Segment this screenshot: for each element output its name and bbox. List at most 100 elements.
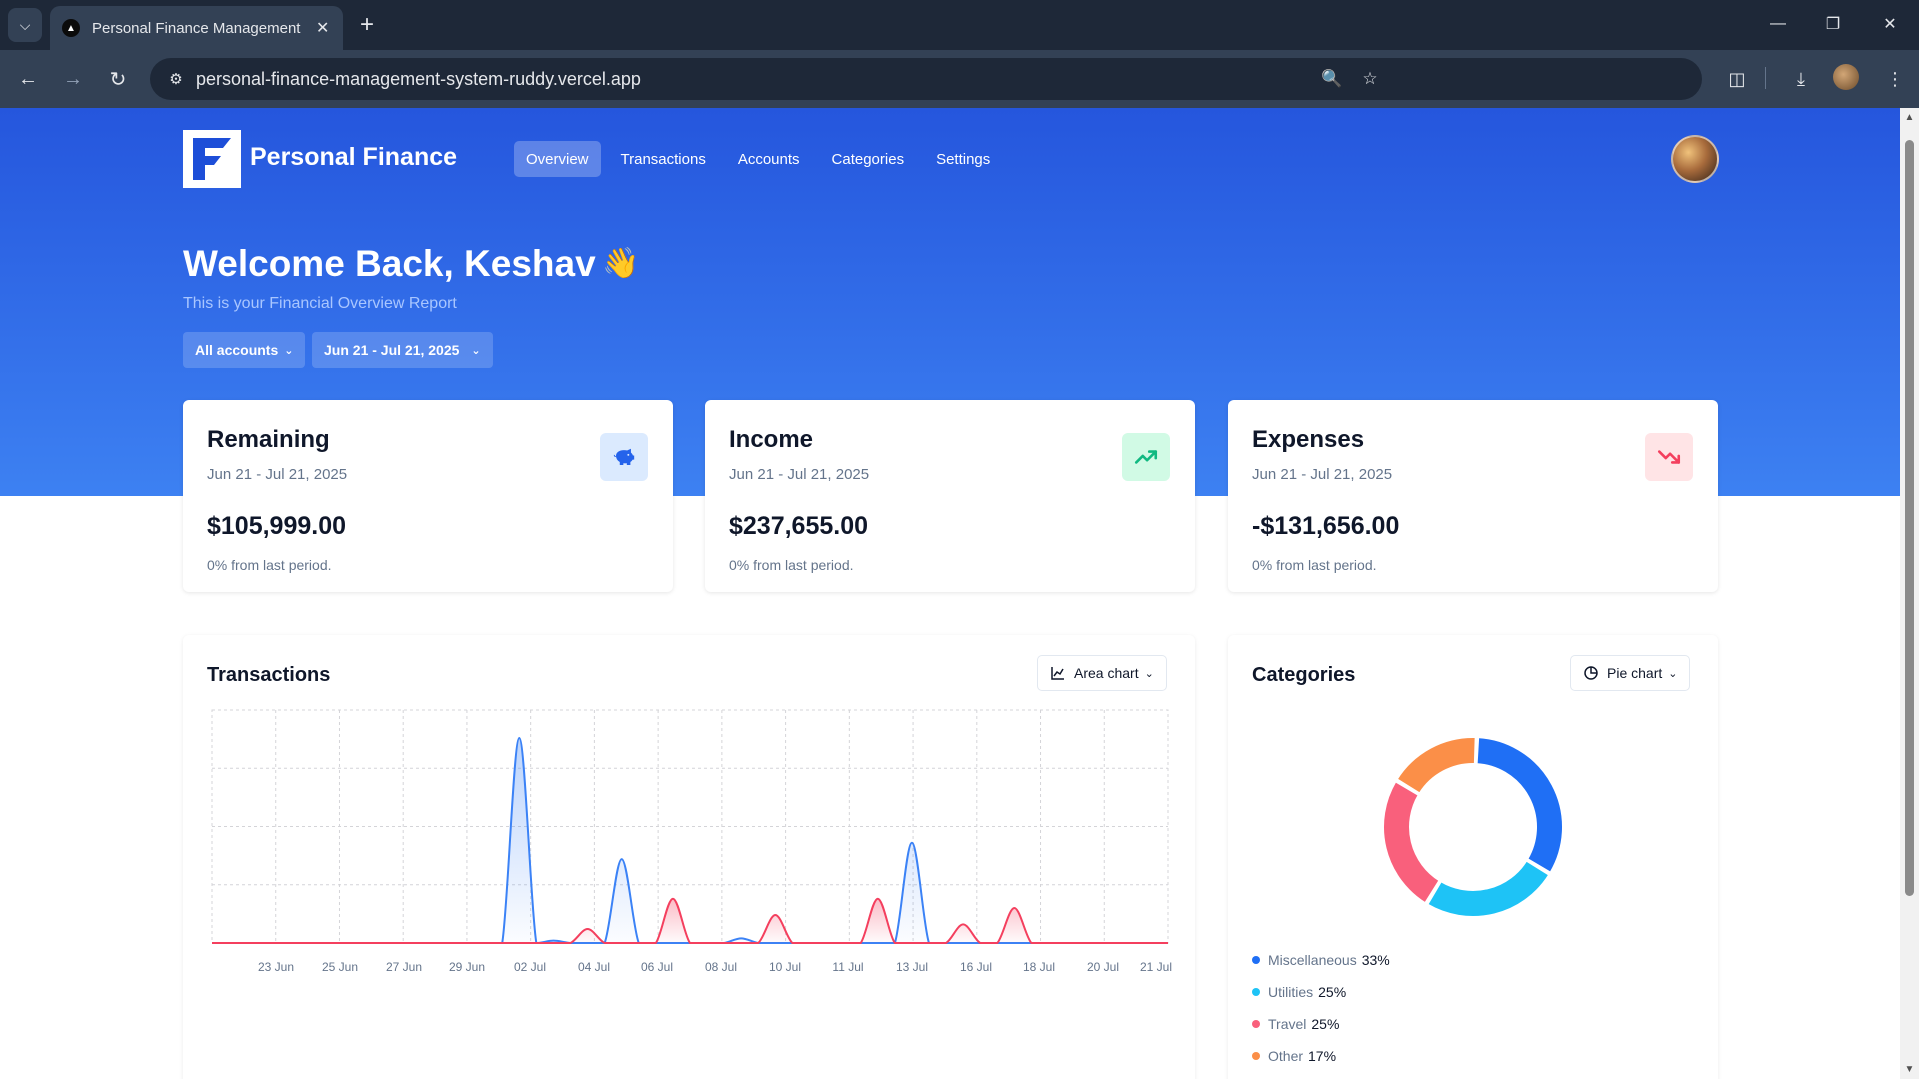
browser-tab-bar: ⌵ ▲ Personal Finance Management ✕ + — ❐ … (0, 0, 1919, 50)
pie-chart-icon (1584, 666, 1598, 680)
card-date: Jun 21 - Jul 21, 2025 (729, 466, 870, 483)
donut-slice-utilities (1425, 859, 1551, 918)
chevron-down-icon: ⌄ (471, 344, 481, 357)
x-tick-label: 29 Jun (449, 960, 485, 974)
card-date: Jun 21 - Jul 21, 2025 (207, 466, 348, 483)
nav-settings[interactable]: Settings (924, 141, 1002, 177)
page-viewport: Personal Finance Overview Transactions A… (0, 108, 1900, 1079)
page-scrollbar[interactable]: ▲ ▼ (1900, 108, 1919, 1079)
legend-value: 25% (1318, 984, 1347, 1000)
donut-slice-miscellaneous (1475, 736, 1564, 875)
browser-tab[interactable]: ▲ Personal Finance Management ✕ (50, 6, 343, 50)
x-tick-label: 27 Jun (386, 960, 422, 974)
user-avatar[interactable] (1671, 135, 1719, 183)
series-area-1 (212, 898, 1168, 943)
legend-dot (1252, 988, 1260, 996)
card-change: 0% from last period. (207, 557, 332, 573)
scroll-thumb[interactable] (1905, 140, 1914, 896)
panel-title: Categories (1252, 664, 1356, 686)
scroll-up-arrow[interactable]: ▲ (1903, 110, 1916, 124)
legend-item: Utilities 25% (1252, 984, 1346, 1000)
transactions-area-chart: 23 Jun 25 Jun 27 Jun 29 Jun 02 Jul 04 Jul 06 J… (211, 709, 1172, 974)
chevron-down-icon: ⌄ (1144, 667, 1154, 680)
extensions-icon[interactable]: ◫ (1722, 64, 1752, 94)
x-tick-label: 04 Jul (578, 960, 610, 974)
card-value: $105,999.00 (207, 512, 347, 540)
legend-label: Travel (1268, 1016, 1307, 1032)
forward-button[interactable]: → (58, 64, 88, 94)
account-filter-label: All accounts (195, 342, 279, 358)
card-change: 0% from last period. (1252, 557, 1377, 573)
nav-transactions[interactable]: Transactions (609, 141, 718, 177)
account-filter-select[interactable]: All accounts ⌄ (183, 332, 306, 368)
legend-value: 25% (1311, 1016, 1340, 1032)
reload-button[interactable]: ↻ (103, 64, 133, 94)
tab-title: Personal Finance Management (92, 19, 301, 37)
piggy-bank-icon (600, 433, 648, 481)
nav-categories[interactable]: Categories (820, 141, 917, 177)
app-logo[interactable] (183, 130, 241, 188)
browser-profile-avatar[interactable] (1833, 64, 1859, 90)
scroll-down-arrow[interactable]: ▼ (1903, 1062, 1916, 1076)
x-tick-label: 10 Jul (769, 960, 801, 974)
card-date: Jun 21 - Jul 21, 2025 (1252, 466, 1393, 483)
legend-label: Miscellaneous (1268, 952, 1357, 968)
x-tick-label: 23 Jun (258, 960, 294, 974)
x-tick-label: 21 Jul (1140, 960, 1172, 974)
legend-label: Utilities (1268, 984, 1314, 1000)
main-nav: Overview Transactions Accounts Categorie… (514, 141, 1002, 177)
remaining-card: Remaining Jun 21 - Jul 21, 2025 $105,999… (183, 400, 673, 592)
x-tick-label: 08 Jul (705, 960, 737, 974)
address-bar[interactable]: ⚙ personal-finance-management-system-rud… (150, 58, 1702, 100)
bookmark-star-icon[interactable]: ☆ (1358, 67, 1382, 91)
site-info-icon[interactable]: ⚙ (156, 70, 196, 88)
chart-type-select[interactable]: Pie chart ⌄ (1570, 655, 1691, 691)
back-button[interactable]: ← (13, 64, 43, 94)
card-title: Expenses (1252, 426, 1365, 453)
trending-down-icon (1645, 433, 1693, 481)
x-tick-label: 06 Jul (641, 960, 673, 974)
nav-accounts[interactable]: Accounts (726, 141, 812, 177)
chevron-down-icon: ⌄ (284, 344, 294, 357)
area-chart-icon (1051, 667, 1064, 680)
categories-panel: Categories Pie chart ⌄ Miscellaneous 33%… (1228, 635, 1718, 1079)
favicon-icon: ▲ (62, 19, 80, 37)
categories-donut-chart (1382, 736, 1564, 918)
donut-slice-other (1395, 736, 1477, 795)
browser-menu-icon[interactable]: ⋮ (1880, 64, 1910, 94)
date-range-label: Jun 21 - Jul 21, 2025 (324, 342, 460, 358)
close-window-button[interactable]: ✕ (1870, 8, 1910, 40)
x-tick-label: 11 Jul (832, 960, 863, 974)
card-value: $237,655.00 (729, 512, 869, 540)
income-card: Income Jun 21 - Jul 21, 2025 $237,655.00… (705, 400, 1195, 592)
legend-value: 17% (1308, 1048, 1337, 1064)
download-icon[interactable]: ⤓ (1786, 64, 1816, 94)
new-tab-button[interactable]: + (352, 10, 382, 40)
x-tick-label: 02 Jul (514, 960, 546, 974)
legend-item: Other 17% (1252, 1048, 1336, 1064)
nav-overview[interactable]: Overview (514, 141, 601, 177)
panel-title: Transactions (207, 664, 331, 686)
overview-subtitle: This is your Financial Overview Report (183, 295, 457, 312)
waving-hand-icon: 👋 (602, 247, 640, 280)
chart-type-label: Area chart (1074, 665, 1139, 681)
trending-up-icon (1122, 433, 1170, 481)
chart-type-select[interactable]: Area chart ⌄ (1037, 655, 1167, 691)
close-icon[interactable]: ✕ (316, 18, 329, 38)
minimize-button[interactable]: — (1758, 8, 1798, 40)
tab-search-button[interactable]: ⌵ (8, 8, 42, 42)
chart-type-label: Pie chart (1607, 665, 1663, 681)
logo-f-icon (193, 138, 231, 180)
legend-label: Other (1268, 1048, 1304, 1064)
zoom-icon[interactable]: 🔍 (1320, 67, 1344, 91)
chevron-down-icon: ⌄ (1668, 667, 1678, 680)
welcome-heading: Welcome Back, Keshav (183, 243, 596, 284)
legend-item: Miscellaneous 33% (1252, 952, 1390, 968)
x-tick-label: 13 Jul (896, 960, 928, 974)
legend-dot (1252, 956, 1260, 964)
legend-dot (1252, 1052, 1260, 1060)
card-value: -$131,656.00 (1252, 512, 1400, 540)
date-range-filter[interactable]: Jun 21 - Jul 21, 2025 ⌄ (312, 332, 493, 368)
restore-button[interactable]: ❐ (1813, 8, 1853, 40)
legend-dot (1252, 1020, 1260, 1028)
